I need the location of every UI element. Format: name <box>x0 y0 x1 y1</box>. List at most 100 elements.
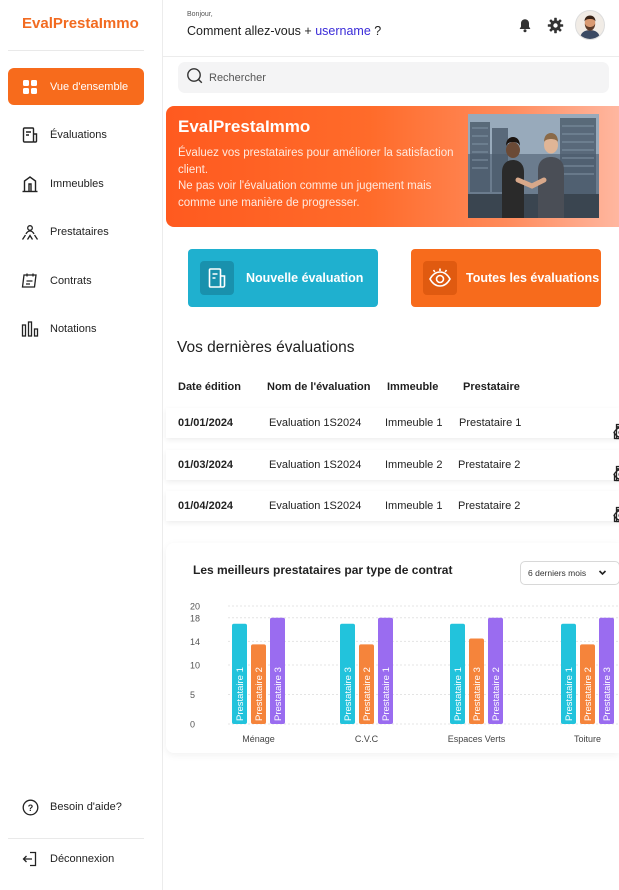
y-tick-label: 10 <box>190 661 200 671</box>
divider <box>8 838 144 839</box>
eye-icon <box>423 261 457 295</box>
avatar[interactable] <box>575 10 605 40</box>
column-header[interactable]: Immeuble <box>387 381 438 393</box>
sidebar-item-providers[interactable]: Prestataires <box>8 214 144 251</box>
bar-label: Prestataire 1 <box>453 667 464 721</box>
share-icon[interactable] <box>612 422 619 440</box>
bar-label: Prestataire 1 <box>381 667 392 721</box>
search-icon <box>186 67 203 89</box>
y-tick-label: 5 <box>190 690 195 700</box>
row-provider: Prestataire 2 <box>458 459 521 471</box>
sidebar-item-label: Vue d'ensemble <box>50 80 129 93</box>
sidebar-item-contracts[interactable]: Contrats <box>8 262 144 299</box>
row-building: Immeuble 1 <box>385 417 443 429</box>
help-icon: ? <box>20 797 40 817</box>
column-header[interactable]: Nom de l'évaluation <box>267 381 370 393</box>
banner-line-1: Évaluez vos prestataires pour améliorer … <box>178 147 454 176</box>
document-icon <box>20 125 40 145</box>
sidebar-item-ratings[interactable]: Notations <box>8 311 144 348</box>
bar-chart-icon <box>20 319 40 339</box>
new-evaluation-button[interactable]: Nouvelle évaluation <box>188 249 378 307</box>
y-tick-label: 18 <box>190 613 200 623</box>
table-row[interactable]: 01/04/2024 Evaluation 1S2024 Immeuble 1 … <box>166 491 619 523</box>
y-tick-label: 20 <box>190 602 200 612</box>
row-date: 01/03/2024 <box>178 459 234 471</box>
bar-label: Prestataire 1 <box>564 667 575 721</box>
contract-icon <box>20 271 40 291</box>
sidebar-item-buildings[interactable]: Immeubles <box>8 165 144 202</box>
share-icon[interactable] <box>612 505 619 523</box>
greeting-small: Bonjour, <box>187 11 213 18</box>
bar-label: Prestataire 3 <box>472 667 483 721</box>
sidebar-item-label: Notations <box>50 323 97 335</box>
app: EvalPrestaImmo Vue d'ensemble Évaluation… <box>0 0 619 890</box>
bell-icon[interactable] <box>515 15 535 35</box>
y-tick-label: 0 <box>190 720 195 730</box>
sidebar-item-overview[interactable]: Vue d'ensemble <box>8 68 144 105</box>
chart-card: Les meilleurs prestataires par type de c… <box>166 543 619 753</box>
new-evaluation-label: Nouvelle évaluation <box>246 271 364 285</box>
bar-label: Prestataire 1 <box>235 667 246 721</box>
x-tick-label: Espaces Verts <box>448 734 506 744</box>
row-name: Evaluation 1S2024 <box>269 417 362 429</box>
bar-label: Prestataire 3 <box>343 667 354 721</box>
x-tick-label: Toiture <box>574 734 601 744</box>
row-provider: Prestataire 1 <box>459 417 522 429</box>
username: username <box>315 24 371 38</box>
building-icon <box>20 174 40 194</box>
sidebar-nav: Vue d'ensemble Évaluations Immeubles Pre… <box>8 68 144 359</box>
all-evaluations-label: Toutes les évaluations <box>466 271 600 285</box>
header-actions <box>515 10 605 40</box>
row-provider: Prestataire 2 <box>458 500 521 512</box>
row-building: Immeuble 2 <box>385 459 443 471</box>
people-icon <box>20 222 40 242</box>
bar-label: Prestataire 2 <box>491 667 502 721</box>
sidebar-item-label: Prestataires <box>50 226 109 238</box>
logout-label: Déconnexion <box>50 853 115 865</box>
bar-label: Prestataire 3 <box>273 667 284 721</box>
search-bar <box>178 62 609 93</box>
sidebar-item-label: Évaluations <box>50 129 107 141</box>
logout-icon <box>20 849 40 869</box>
column-header[interactable]: Prestataire <box>463 381 520 393</box>
gear-icon[interactable] <box>545 15 565 35</box>
hero-banner: EvalPrestaImmo Évaluez vos prestataires … <box>166 106 619 227</box>
bar-label: Prestataire 2 <box>254 667 265 721</box>
row-name: Evaluation 1S2024 <box>269 459 362 471</box>
x-tick-label: Ménage <box>242 734 275 744</box>
bar-label: Prestataire 2 <box>583 667 594 721</box>
logout-button[interactable]: Déconnexion <box>20 849 114 869</box>
sidebar-item-label: Immeubles <box>50 177 104 190</box>
y-tick-label: 14 <box>190 637 200 647</box>
banner-text: Évaluez vos prestataires pour améliorer … <box>178 145 458 211</box>
row-date: 01/01/2024 <box>178 417 234 429</box>
bar-label: Prestataire 3 <box>602 667 613 721</box>
svg-text:?: ? <box>27 803 33 813</box>
row-building: Immeuble 1 <box>385 500 443 512</box>
brand-logo[interactable]: EvalPrestaImmo <box>22 15 139 32</box>
all-evaluations-button[interactable]: Toutes les évaluations <box>411 249 601 307</box>
row-name: Evaluation 1S2024 <box>269 500 362 512</box>
column-header[interactable]: Date édition <box>178 381 241 393</box>
table-row[interactable]: 01/01/2024 Evaluation 1S2024 Immeuble 1 … <box>166 408 619 440</box>
bar-chart: 0 5 10 14 1820 Prestataire 1 Prestataire 2 Pres… <box>190 602 619 744</box>
bar-label: Prestataire 2 <box>362 667 373 721</box>
greeting-prefix: Comment allez-vous + <box>187 24 312 38</box>
sidebar: EvalPrestaImmo Vue d'ensemble Évaluation… <box>0 0 163 890</box>
help-link[interactable]: ? Besoin d'aide? <box>20 797 122 817</box>
table-header: Date édition Nom de l'évaluation Immeubl… <box>166 381 619 397</box>
section-title: Vos dernières évaluations <box>177 339 355 356</box>
share-icon[interactable] <box>612 464 619 482</box>
handshake-photo <box>468 114 599 218</box>
x-tick-label: C.V.C <box>355 734 379 744</box>
grid-icon <box>20 77 40 97</box>
top-header: Bonjour, Comment allez-vous + username ? <box>163 0 619 57</box>
sidebar-item-evaluations[interactable]: Évaluations <box>8 117 144 154</box>
sidebar-item-label: Contrats <box>50 274 92 287</box>
row-date: 01/04/2024 <box>178 500 234 512</box>
search-input[interactable] <box>209 71 589 84</box>
document-icon <box>200 261 234 295</box>
table-row[interactable]: 01/03/2024 Evaluation 1S2024 Immeuble 2 … <box>166 450 619 482</box>
divider <box>8 50 144 51</box>
greeting-message: Comment allez-vous + username ? <box>187 24 381 38</box>
